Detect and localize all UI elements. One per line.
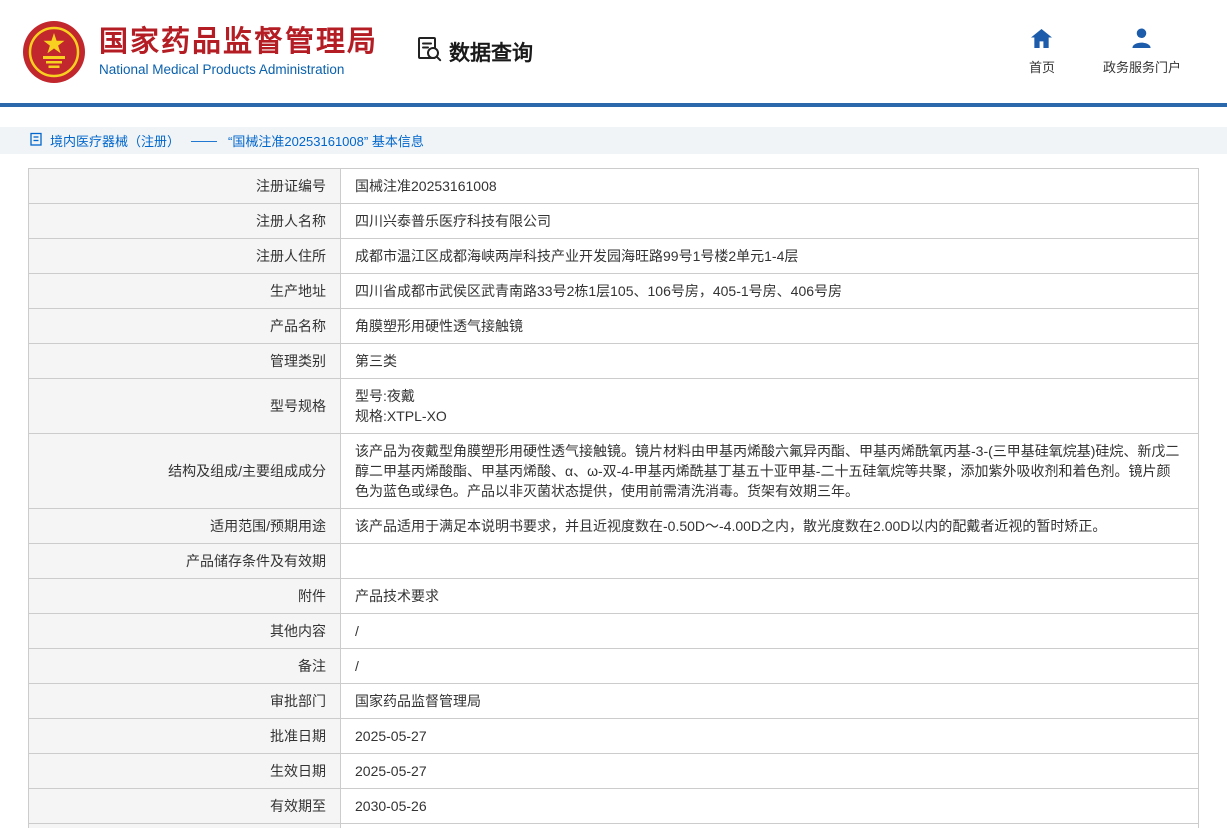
info-table: 注册证编号 国械注准20253161008 注册人名称 四川兴泰普乐医疗科技有限… bbox=[28, 168, 1199, 828]
row-value bbox=[341, 544, 1199, 579]
portal-link[interactable]: 政务服务门户 bbox=[1103, 28, 1181, 76]
row-label: 注册人名称 bbox=[29, 204, 341, 239]
row-value: 四川省成都市武侯区武青南路33号2栋1层105、106号房，405-1号房、40… bbox=[341, 274, 1199, 309]
table-container: 注册证编号 国械注准20253161008 注册人名称 四川兴泰普乐医疗科技有限… bbox=[28, 168, 1199, 828]
row-label: 备注 bbox=[29, 649, 341, 684]
home-label: 首页 bbox=[1029, 57, 1055, 76]
row-value: 该产品为夜戴型角膜塑形用硬性透气接触镜。镜片材料由甲基丙烯酸六氟异丙酯、甲基丙烯… bbox=[341, 434, 1199, 509]
row-label: 产品名称 bbox=[29, 309, 341, 344]
page-header: 国家药品监督管理局 National Medical Products Admi… bbox=[0, 0, 1227, 103]
document-search-icon bbox=[416, 36, 442, 68]
row-value: 该产品适用于满足本说明书要求，并且近视度数在-0.50D～-4.00D之内，散光… bbox=[341, 509, 1199, 544]
row-label: 有效期至 bbox=[29, 789, 341, 824]
table-row: 备注 / bbox=[29, 649, 1199, 684]
table-row: 适用范围/预期用途 该产品适用于满足本说明书要求，并且近视度数在-0.50D～-… bbox=[29, 509, 1199, 544]
row-label: 其他内容 bbox=[29, 614, 341, 649]
row-value: 成都市温江区成都海峡两岸科技产业开发园海旺路99号1号楼2单元1-4层 bbox=[341, 239, 1199, 274]
row-value: 第三类 bbox=[341, 344, 1199, 379]
row-label: 注册证编号 bbox=[29, 169, 341, 204]
table-row: 审批部门 国家药品监督管理局 bbox=[29, 684, 1199, 719]
table-row: 注册人名称 四川兴泰普乐医疗科技有限公司 bbox=[29, 204, 1199, 239]
row-label: 结构及组成/主要组成成分 bbox=[29, 434, 341, 509]
row-value: 2025-05-27 bbox=[341, 719, 1199, 754]
table-row: 批准日期 2025-05-27 bbox=[29, 719, 1199, 754]
row-value: 产品技术要求 bbox=[341, 579, 1199, 614]
table-row: 注册证编号 国械注准20253161008 bbox=[29, 169, 1199, 204]
row-value: 国械注准20253161008 bbox=[341, 169, 1199, 204]
table-row: 产品名称 角膜塑形用硬性透气接触镜 bbox=[29, 309, 1199, 344]
table-row: 注册人住所 成都市温江区成都海峡两岸科技产业开发园海旺路99号1号楼2单元1-4… bbox=[29, 239, 1199, 274]
portal-label: 政务服务门户 bbox=[1103, 57, 1181, 76]
row-value: 角膜塑形用硬性透气接触镜 bbox=[341, 309, 1199, 344]
table-row bbox=[29, 824, 1199, 828]
table-row: 型号规格 型号:夜戴 规格:XTPL-XO bbox=[29, 379, 1199, 434]
breadcrumb-current: “国械注准20253161008” 基本信息 bbox=[228, 131, 424, 150]
breadcrumb-separator: —— bbox=[191, 133, 217, 148]
row-value: 型号:夜戴 规格:XTPL-XO bbox=[341, 379, 1199, 434]
table-row: 其他内容 / bbox=[29, 614, 1199, 649]
row-label: 生产地址 bbox=[29, 274, 341, 309]
row-label: 审批部门 bbox=[29, 684, 341, 719]
row-value bbox=[341, 824, 1199, 828]
brand-block: 国家药品监督管理局 National Medical Products Admi… bbox=[99, 26, 378, 77]
home-link[interactable]: 首页 bbox=[1029, 28, 1055, 76]
breadcrumb-section-link[interactable]: 境内医疗器械（注册） bbox=[50, 131, 180, 150]
table-row: 结构及组成/主要组成成分 该产品为夜戴型角膜塑形用硬性透气接触镜。镜片材料由甲基… bbox=[29, 434, 1199, 509]
row-value: 2025-05-27 bbox=[341, 754, 1199, 789]
table-row: 管理类别 第三类 bbox=[29, 344, 1199, 379]
top-nav: 首页 政务服务门户 bbox=[1029, 28, 1181, 76]
row-label: 型号规格 bbox=[29, 379, 341, 434]
blue-divider bbox=[0, 103, 1227, 107]
row-label bbox=[29, 824, 341, 828]
breadcrumb-doc-icon bbox=[29, 132, 43, 149]
data-query-label: 数据查询 bbox=[449, 37, 533, 67]
row-value: 2030-05-26 bbox=[341, 789, 1199, 824]
row-label: 附件 bbox=[29, 579, 341, 614]
row-value: 国家药品监督管理局 bbox=[341, 684, 1199, 719]
row-label: 适用范围/预期用途 bbox=[29, 509, 341, 544]
home-icon bbox=[1030, 28, 1053, 52]
row-label: 批准日期 bbox=[29, 719, 341, 754]
table-row: 生效日期 2025-05-27 bbox=[29, 754, 1199, 789]
table-row: 生产地址 四川省成都市武侯区武青南路33号2栋1层105、106号房，405-1… bbox=[29, 274, 1199, 309]
org-title-cn: 国家药品监督管理局 bbox=[99, 26, 378, 59]
table-row: 有效期至 2030-05-26 bbox=[29, 789, 1199, 824]
row-label: 管理类别 bbox=[29, 344, 341, 379]
row-value: 四川兴泰普乐医疗科技有限公司 bbox=[341, 204, 1199, 239]
breadcrumb: 境内医疗器械（注册） —— “国械注准20253161008” 基本信息 bbox=[0, 127, 1227, 154]
org-title-en: National Medical Products Administration bbox=[99, 62, 378, 77]
row-label: 产品储存条件及有效期 bbox=[29, 544, 341, 579]
row-value: / bbox=[341, 649, 1199, 684]
table-row: 产品储存条件及有效期 bbox=[29, 544, 1199, 579]
row-label: 生效日期 bbox=[29, 754, 341, 789]
user-icon bbox=[1130, 28, 1153, 52]
table-row: 附件 产品技术要求 bbox=[29, 579, 1199, 614]
row-label: 注册人住所 bbox=[29, 239, 341, 274]
row-value: / bbox=[341, 614, 1199, 649]
data-query-link[interactable]: 数据查询 bbox=[416, 36, 533, 68]
national-emblem-icon bbox=[22, 20, 86, 84]
